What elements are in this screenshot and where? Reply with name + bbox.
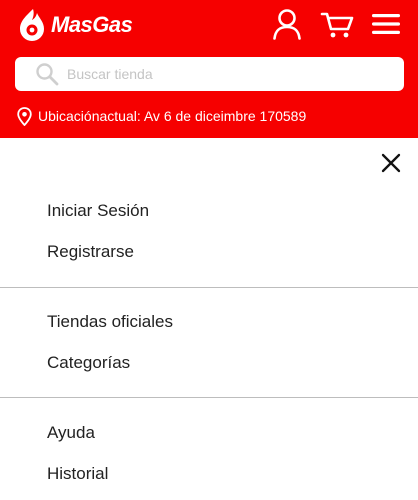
search-bar[interactable] <box>15 57 404 91</box>
menu-item-history[interactable]: Historial <box>47 463 108 485</box>
menu-item-official-stores[interactable]: Tiendas oficiales <box>47 311 173 333</box>
location-pin-icon <box>17 106 32 126</box>
app-header: MasGas Ubicaciónactual: Av 6 de diceimbr… <box>0 0 418 138</box>
search-icon <box>36 63 59 86</box>
hamburger-menu-icon[interactable] <box>370 8 402 40</box>
menu-item-login[interactable]: Iniciar Sesión <box>47 200 149 222</box>
user-icon[interactable] <box>272 8 302 40</box>
menu-divider <box>0 397 418 398</box>
menu-item-categories[interactable]: Categorías <box>47 352 130 374</box>
menu-item-help[interactable]: Ayuda <box>47 422 95 444</box>
menu-item-register[interactable]: Registrarse <box>47 241 134 263</box>
menu-divider <box>0 287 418 288</box>
current-location[interactable]: Ubicaciónactual: Av 6 de diceimbre 17058… <box>17 106 306 126</box>
masgas-logo[interactable]: MasGas <box>14 7 133 43</box>
close-icon <box>381 153 401 173</box>
flame-logo-icon <box>20 9 44 41</box>
logo-text: MasGas <box>51 12 133 37</box>
close-button[interactable] <box>378 150 404 176</box>
search-input[interactable] <box>67 57 387 91</box>
cart-icon[interactable] <box>320 8 354 40</box>
location-text: Ubicaciónactual: Av 6 de diceimbre 17058… <box>38 108 307 124</box>
